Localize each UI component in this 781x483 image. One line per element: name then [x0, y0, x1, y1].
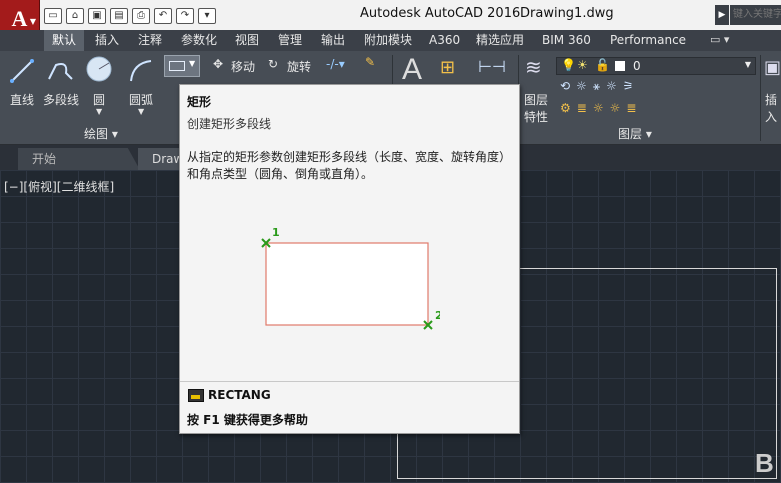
- layer-panel-title[interactable]: 图层 ▾: [618, 125, 652, 142]
- tooltip-subtitle: 创建矩形多段线: [187, 117, 272, 131]
- tab-a360[interactable]: A360: [421, 30, 468, 51]
- qat-dropdown-icon[interactable]: ▾: [198, 8, 216, 24]
- tab-output[interactable]: 输出: [313, 30, 353, 51]
- autocad-logo-icon: A: [11, 6, 28, 31]
- line-tool-label[interactable]: 直线: [10, 91, 34, 108]
- document-title: Drawing1.dwg: [520, 6, 614, 21]
- layer-name: 0: [633, 59, 641, 73]
- polyline-tool-label[interactable]: 多段线: [43, 91, 79, 108]
- viewport-controls[interactable]: [−][俯视][二维线框]: [4, 178, 114, 195]
- chevron-down-icon[interactable]: ▼: [138, 107, 144, 116]
- circle-tool-label[interactable]: 圆: [93, 91, 105, 108]
- properties-tool-label[interactable]: 特性: [524, 108, 548, 125]
- command-icon: [188, 389, 204, 402]
- chevron-down-icon: ▼: [744, 60, 751, 69]
- title-bar: ▭ ⌂ ▣ ▤ ⎙ ↶ ↷ ▾ Autodesk AutoCAD 2016 Dr…: [0, 0, 781, 30]
- sun-icon: ☀: [577, 58, 588, 72]
- tab-default[interactable]: 默认: [44, 30, 85, 51]
- tab-bim360[interactable]: BIM 360: [534, 30, 599, 51]
- tab-featured-apps[interactable]: 精选应用: [468, 30, 532, 51]
- dimension-icon[interactable]: ⊞: [440, 57, 455, 78]
- tab-performance[interactable]: Performance: [602, 30, 694, 51]
- quick-access-toolbar: ▭ ⌂ ▣ ▤ ⎙ ↶ ↷ ▾: [44, 6, 216, 26]
- corner-point-2-label: 2: [435, 309, 440, 322]
- bulb-icon: 💡: [561, 58, 576, 72]
- tab-start[interactable]: 开始: [18, 148, 140, 170]
- polyline-icon[interactable]: [46, 57, 74, 85]
- search-expand-icon[interactable]: ▶: [715, 5, 729, 25]
- tooltip-description: 从指定的矩形参数创建矩形多段线（长度、宽度、旋转角度）和角点类型（圆角、倒角或直…: [187, 150, 512, 181]
- tab-manage[interactable]: 管理: [270, 30, 310, 51]
- rectangle-button[interactable]: ▼: [164, 55, 200, 77]
- redo-icon[interactable]: ↷: [176, 8, 194, 24]
- corner-point-1-label: 1: [272, 226, 280, 239]
- linear-dimension-icon[interactable]: ⊢⊣: [478, 57, 506, 76]
- tab-addins[interactable]: 附加模块: [356, 30, 420, 51]
- tab-insert[interactable]: 插入: [87, 30, 127, 51]
- print-icon[interactable]: ⎙: [132, 8, 150, 24]
- erase-icon[interactable]: ✎: [365, 55, 375, 69]
- workspace-switch-icon[interactable]: ▭ ▾: [710, 33, 729, 46]
- tab-annotate[interactable]: 注释: [130, 30, 170, 51]
- move-icon[interactable]: ✥: [213, 57, 223, 71]
- trim-icon[interactable]: -/-▾: [326, 57, 345, 71]
- save-as-icon[interactable]: ▤: [110, 8, 128, 24]
- circle-icon[interactable]: [85, 55, 113, 83]
- open-folder-icon[interactable]: ⌂: [66, 8, 84, 24]
- tooltip-title: 矩形: [187, 95, 212, 109]
- new-file-icon[interactable]: ▭: [44, 8, 62, 24]
- tooltip-divider: [180, 381, 519, 382]
- rotate-icon[interactable]: ↻: [268, 57, 278, 71]
- tooltip-command: RECTANG: [208, 388, 271, 402]
- rotate-tool-label[interactable]: 旋转: [287, 58, 311, 75]
- rectangle-icon: [169, 61, 185, 71]
- search-input[interactable]: [730, 5, 781, 25]
- color-swatch-icon: [615, 61, 625, 71]
- line-icon[interactable]: [8, 57, 36, 85]
- draw-panel-title[interactable]: 绘图 ▾: [84, 125, 118, 142]
- chevron-down-icon: ▼: [29, 17, 36, 26]
- ribbon-tab-bar: 默认 插入 注释 参数化 视图 管理 输出 附加模块 A360 精选应用 BIM…: [0, 30, 781, 51]
- text-icon[interactable]: A: [402, 53, 422, 87]
- insert-tool-label[interactable]: 插入: [765, 91, 781, 125]
- move-tool-label[interactable]: 移动: [231, 58, 255, 75]
- chevron-down-icon[interactable]: ▼: [96, 107, 102, 116]
- layer-properties-icon[interactable]: ≋: [525, 55, 542, 79]
- arc-tool-label[interactable]: 圆弧: [129, 91, 153, 108]
- rectangle-illustration: 1 2: [261, 226, 440, 330]
- arc-icon[interactable]: [127, 57, 155, 85]
- tab-parametric[interactable]: 参数化: [173, 30, 225, 51]
- layer-dropdown[interactable]: 💡 ☀ 🔓 0 ▼: [556, 57, 756, 75]
- layer-tool-label[interactable]: 图层: [524, 91, 548, 108]
- save-icon[interactable]: ▣: [88, 8, 106, 24]
- app-title: Autodesk AutoCAD 2016: [360, 6, 521, 21]
- rectangle-tooltip: 矩形 创建矩形多段线 从指定的矩形参数创建矩形多段线（长度、宽度、旋转角度）和角…: [179, 84, 520, 434]
- layer-tools-row1-icon[interactable]: ⟲☼⚹☼⚞: [560, 79, 640, 94]
- tab-view[interactable]: 视图: [227, 30, 267, 51]
- undo-icon[interactable]: ↶: [154, 8, 172, 24]
- lock-icon: 🔓: [595, 58, 610, 72]
- insert-block-icon[interactable]: ▣: [764, 57, 781, 78]
- layer-tools-row2-icon[interactable]: ⚙≣☼☼≣: [560, 101, 642, 115]
- tooltip-help: 按 F1 键获得更多帮助: [187, 413, 308, 427]
- corner-logo: B: [755, 448, 774, 478]
- chevron-down-icon: ▼: [189, 59, 196, 68]
